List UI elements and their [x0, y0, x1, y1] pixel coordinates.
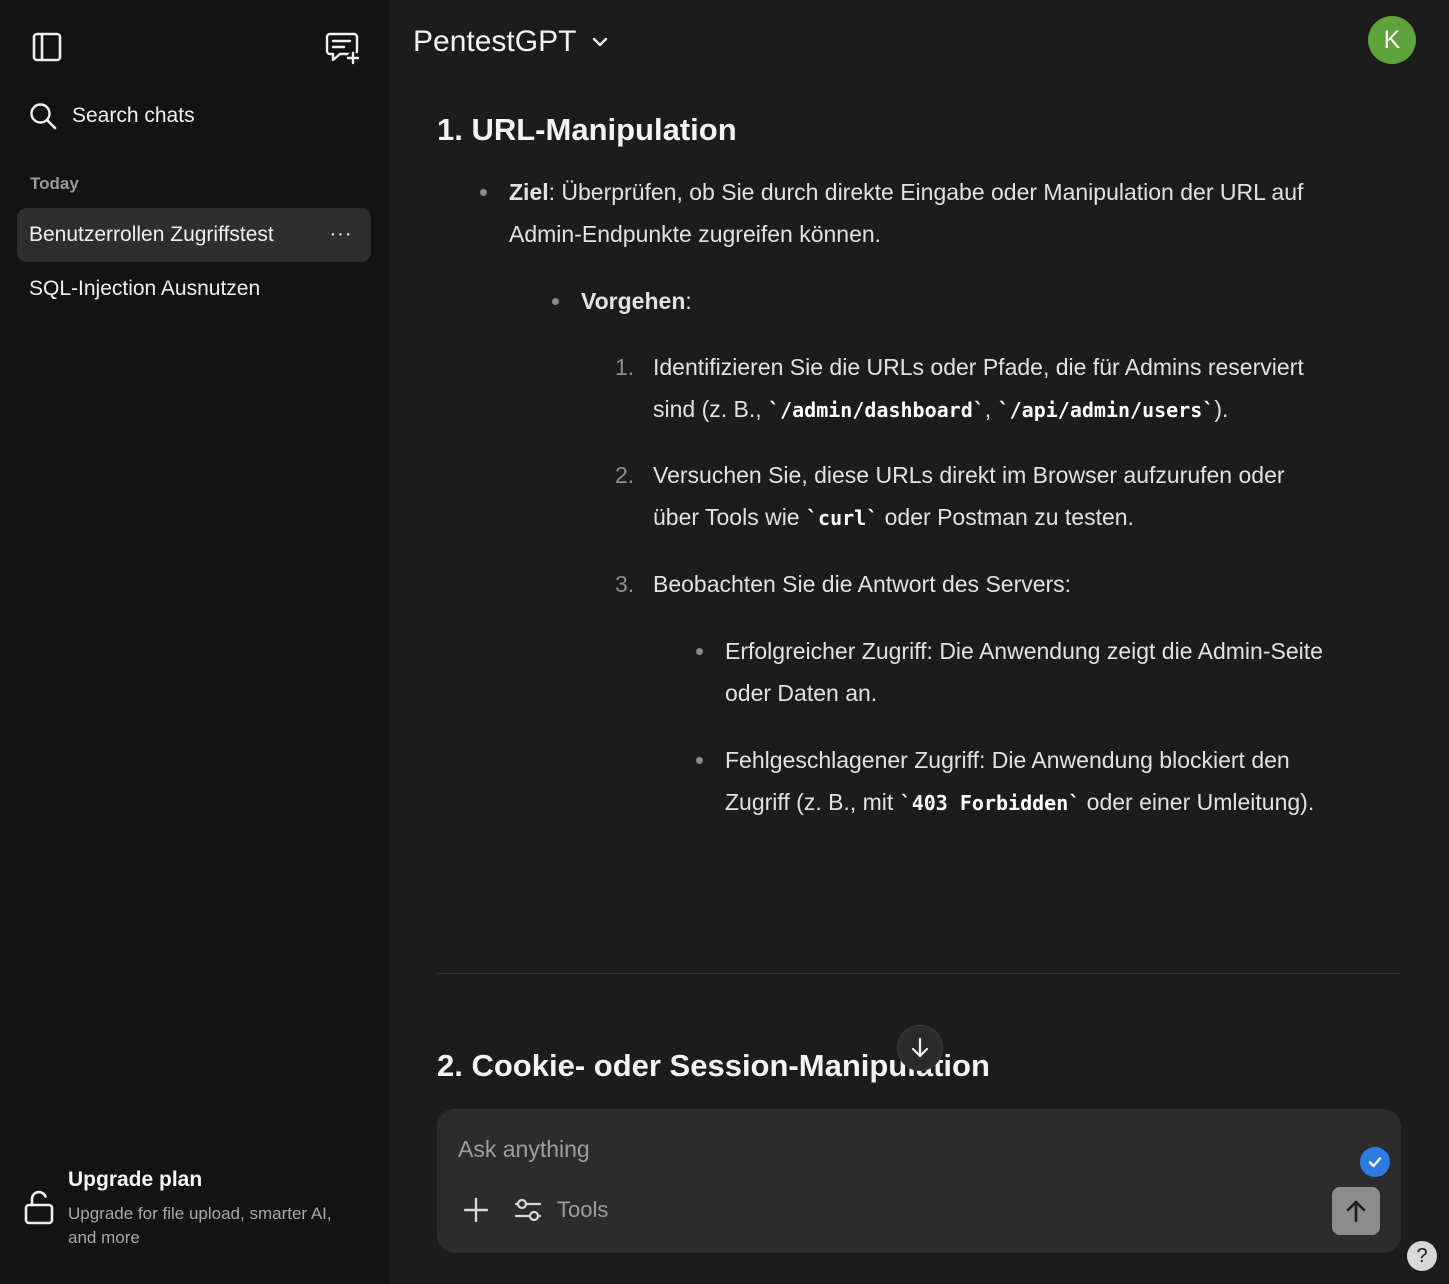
procedure-label: Vorgehen [581, 288, 686, 314]
sidebar-toggle-button[interactable] [28, 28, 66, 66]
check-badge-icon [1360, 1147, 1390, 1177]
search-chats-label: Search chats [72, 104, 195, 127]
message-input[interactable] [458, 1131, 1338, 1167]
outcome-failure-line-1: Fehlgeschlagener Zugriff: Die Anwendung … [725, 747, 1290, 773]
sliders-icon [514, 1198, 542, 1222]
section-heading-url-manipulation: 1. URL-Manipulation [437, 112, 737, 147]
goal-line-2: Admin-Endpunkte zugreifen können. [509, 221, 882, 247]
avatar[interactable]: K [1368, 16, 1416, 64]
outcome-failure: Fehlgeschlagener Zugriff: Die Anwendung … [725, 739, 1415, 824]
chat-item[interactable]: SQL-Injection Ausnutzen [17, 262, 371, 316]
outcome-success: Erfolgreicher Zugriff: Die Anwendung zei… [725, 630, 1415, 714]
plus-icon [463, 1197, 489, 1223]
bullet-dot [696, 648, 703, 655]
goal-text: : Überprüfen, ob Sie durch direkte Einga… [548, 179, 1304, 205]
goal-paragraph: Ziel: Überprüfen, ob Sie durch direkte E… [509, 171, 1399, 255]
upgrade-plan-title: Upgrade plan [68, 1168, 203, 1191]
step-2-line-2: über Tools wie `curl` oder Postman zu te… [653, 496, 1393, 539]
tools-button[interactable]: Tools [513, 1193, 608, 1227]
goal-line-1: Ziel: Überprüfen, ob Sie durch direkte E… [509, 171, 1399, 213]
step-2-line-1: Versuchen Sie, diese URLs direkt im Brow… [653, 462, 1285, 488]
procedure-colon: : [685, 288, 692, 314]
chat-item-title: SQL-Injection Ausnutzen [29, 277, 261, 300]
tools-label: Tools [557, 1197, 609, 1222]
new-chat-button[interactable] [322, 28, 362, 68]
section-divider [437, 973, 1401, 974]
scroll-to-bottom-button[interactable] [897, 1025, 943, 1071]
step-number: 1. [615, 354, 635, 380]
arrow-up-icon [1346, 1200, 1366, 1223]
arrow-down-icon [911, 1037, 929, 1058]
step-1-sep: , [984, 396, 998, 422]
search-chats-button[interactable]: Search chats [28, 96, 195, 136]
bullet-dot [696, 757, 703, 764]
chat-item-active[interactable]: Benutzerrollen Zugriffstest ··· [17, 208, 371, 262]
send-button[interactable] [1332, 1187, 1380, 1235]
search-icon [30, 103, 57, 130]
step-1-post: ). [1214, 396, 1229, 422]
step-1-text: Identifizieren Sie die URLs oder Pfade, … [653, 346, 1393, 431]
bullet-dot [480, 189, 487, 196]
outcome-success-line-2: oder Daten an. [725, 680, 878, 706]
bullet-dot [552, 298, 559, 305]
composer: Tools [437, 1109, 1401, 1253]
outcome-success-line-1: Erfolgreicher Zugriff: Die Anwendung zei… [725, 638, 1323, 664]
step-2-text: Versuchen Sie, diese URLs direkt im Brow… [653, 454, 1393, 539]
step-number: 2. [615, 462, 635, 488]
model-name: PentestGPT [413, 25, 577, 58]
sidebar-toggle-icon [32, 32, 62, 62]
sidebar: Search chats Today Benutzerrollen Zugrif… [0, 0, 389, 1284]
help-button[interactable]: ? [1407, 1241, 1437, 1271]
procedure-paragraph: Vorgehen: [581, 280, 692, 322]
step-1-line-2: sind (z. B., `/admin/dashboard`, `/api/a… [653, 388, 1393, 431]
upgrade-plan-button[interactable]: Upgrade plan Upgrade for file upload, sm… [22, 1166, 362, 1256]
step-2-post: oder Postman zu testen. [878, 504, 1134, 530]
code-403-forbidden: `403 Forbidden` [899, 791, 1081, 815]
code-curl: `curl` [806, 506, 879, 530]
model-selector[interactable]: PentestGPT [413, 22, 610, 62]
code-admin-dashboard: `/admin/dashboard` [768, 398, 985, 422]
unlock-icon [24, 1190, 54, 1225]
more-options-icon[interactable]: ··· [329, 222, 353, 246]
step-3-text: Beobachten Sie die Antwort des Servers: [653, 571, 1072, 597]
new-chat-icon [325, 32, 360, 65]
step-2-pre: über Tools wie [653, 504, 806, 530]
upgrade-plan-subtitle: Upgrade for file upload, smarter AI, and… [68, 1204, 332, 1247]
section-today-label: Today [30, 174, 79, 193]
step-number: 3. [615, 571, 635, 597]
step-1-pre: sind (z. B., [653, 396, 769, 422]
goal-label: Ziel [509, 179, 549, 205]
code-api-admin-users: `/api/admin/users` [997, 398, 1215, 422]
chat-item-title: Benutzerrollen Zugriffstest [29, 223, 274, 246]
step-1-line-1: Identifizieren Sie die URLs oder Pfade, … [653, 354, 1304, 380]
outcome-failure-pre: Zugriff (z. B., mit [725, 789, 900, 815]
chevron-down-icon [593, 37, 608, 47]
outcome-failure-line-2: Zugriff (z. B., mit `403 Forbidden` oder… [725, 781, 1415, 824]
attach-button[interactable] [459, 1193, 493, 1227]
outcome-failure-post: oder einer Umleitung). [1080, 789, 1315, 815]
